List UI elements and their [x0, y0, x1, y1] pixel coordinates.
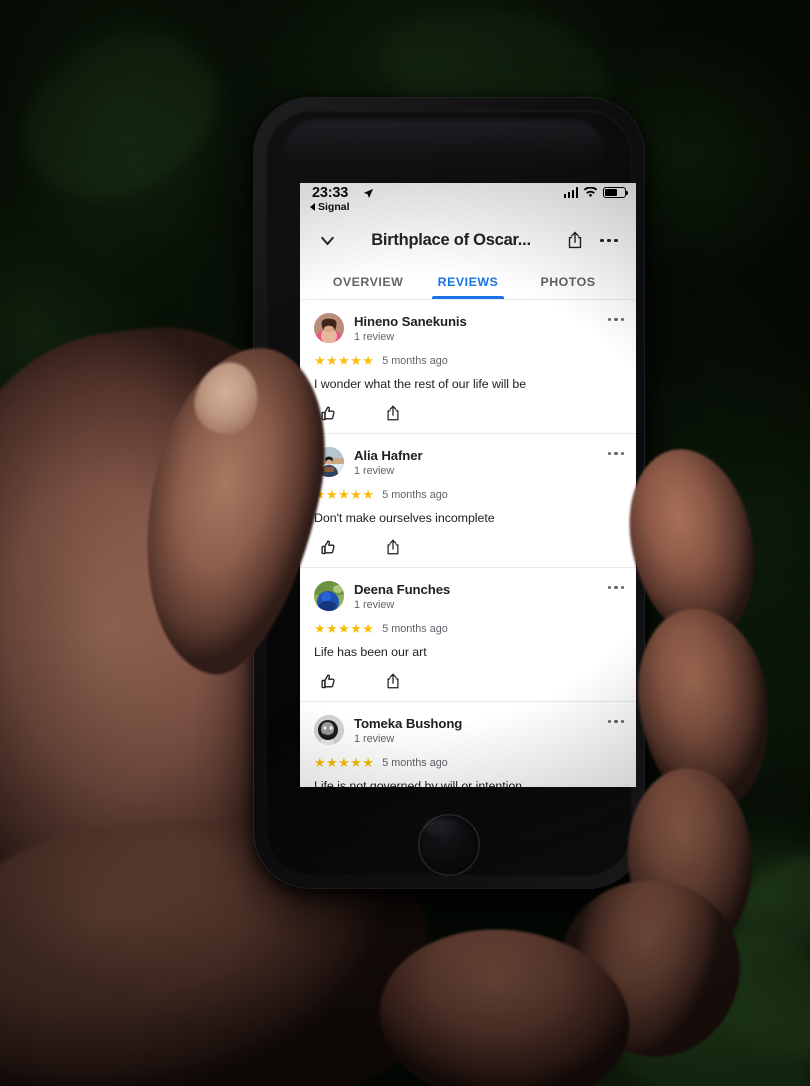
photo-scene: 23:33 Signal Birthplace of Oscar... OVER…	[0, 0, 810, 1086]
hand-foreground	[0, 0, 810, 1086]
